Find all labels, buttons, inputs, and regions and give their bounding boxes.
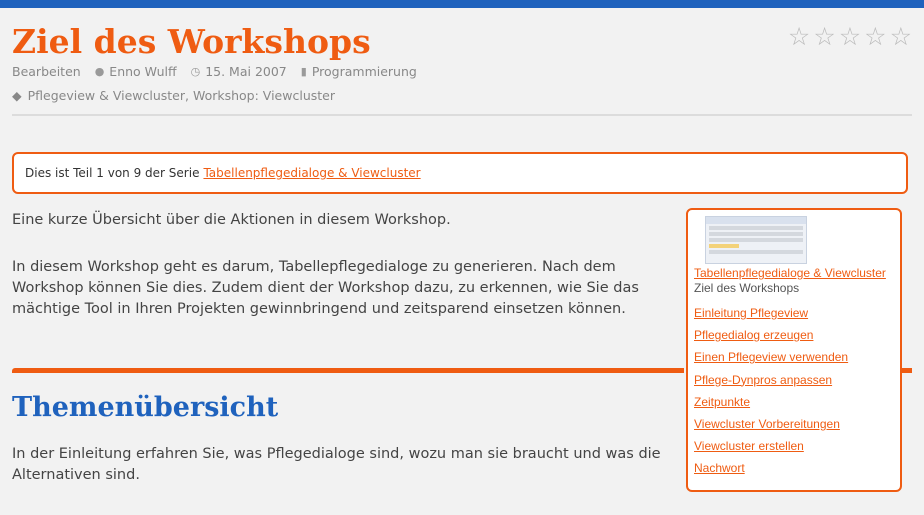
star-outline-icon[interactable]: ☆ xyxy=(813,24,835,50)
post-date: ◷ 15. Mai 2007 xyxy=(190,64,287,79)
series-nav-item[interactable]: Pflegedialog erzeugen xyxy=(694,328,813,342)
star-outline-icon[interactable]: ☆ xyxy=(864,24,886,50)
divider xyxy=(12,114,912,116)
series-thumbnail[interactable] xyxy=(705,216,807,264)
section-title: Themenübersicht xyxy=(12,392,279,423)
edit-link[interactable]: Bearbeiten xyxy=(12,64,81,79)
series-nav-item[interactable]: Viewcluster Vorbereitungen xyxy=(694,417,840,431)
series-nav-current: Ziel des Workshops xyxy=(694,281,800,295)
series-navigation-box: Tabellenpflegedialoge & Viewcluster Ziel… xyxy=(686,208,902,492)
author[interactable]: ● Enno Wulff xyxy=(95,64,177,79)
star-outline-icon[interactable]: ☆ xyxy=(839,24,861,50)
section-divider xyxy=(12,368,684,373)
post-tags: ◆ Pflegeview & Viewcluster, Workshop: Vi… xyxy=(12,88,335,103)
series-nav-item[interactable]: Pflege-Dynpros anpassen xyxy=(694,373,832,387)
category[interactable]: ▮ Programmierung xyxy=(301,64,417,79)
post-meta: Bearbeiten ● Enno Wulff ◷ 15. Mai 2007 ▮… xyxy=(12,64,417,79)
section-divider-right xyxy=(902,368,912,373)
file-icon: ▮ xyxy=(300,65,307,78)
series-nav-item[interactable]: Einen Pflegeview verwenden xyxy=(694,350,848,364)
topics-paragraph: In der Einleitung erfahren Sie, was Pfle… xyxy=(12,446,661,483)
top-accent-bar xyxy=(0,0,924,8)
body-paragraph: In diesem Workshop geht es darum, Tabell… xyxy=(12,259,639,317)
series-nav-item[interactable]: Einleitung Pflegeview xyxy=(694,306,808,320)
series-nav-list: Tabellenpflegedialoge & Viewcluster Ziel… xyxy=(694,266,886,480)
tags-text[interactable]: Pflegeview & Viewcluster, Workshop: View… xyxy=(28,88,335,103)
user-icon: ● xyxy=(94,65,105,78)
series-nav-item[interactable]: Nachwort xyxy=(694,461,745,475)
series-nav-item[interactable]: Zeitpunkte xyxy=(694,395,750,409)
intro-paragraph: Eine kurze Übersicht über die Aktionen i… xyxy=(12,212,451,228)
series-link[interactable]: Tabellenpflegedialoge & Viewcluster xyxy=(203,166,420,180)
star-outline-icon[interactable]: ☆ xyxy=(788,24,810,50)
clock-icon: ◷ xyxy=(190,65,201,78)
series-prefix: Dies ist Teil 1 von 9 der Serie xyxy=(25,166,200,180)
rating-stars[interactable]: ☆ ☆ ☆ ☆ ☆ xyxy=(788,24,912,50)
tag-icon: ◆ xyxy=(12,88,22,103)
star-outline-icon[interactable]: ☆ xyxy=(890,24,912,50)
series-nav-link[interactable]: Tabellenpflegedialoge & Viewcluster xyxy=(694,266,886,280)
series-notice: Dies ist Teil 1 von 9 der Serie Tabellen… xyxy=(12,152,908,194)
page-title: Ziel des Workshops xyxy=(12,22,371,61)
series-nav-item[interactable]: Viewcluster erstellen xyxy=(694,439,804,453)
